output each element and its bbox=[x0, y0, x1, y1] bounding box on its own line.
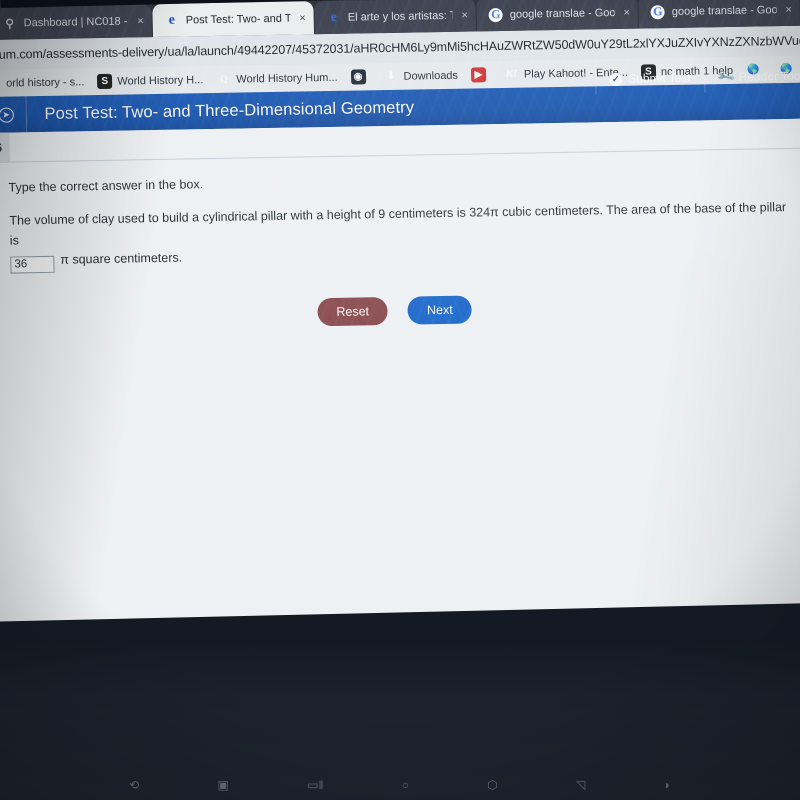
tab-title: google translae - Goog bbox=[671, 3, 777, 18]
browser-tab-google-translate-2[interactable]: G google translae - Goog × bbox=[638, 0, 800, 29]
tab-close-icon[interactable]: × bbox=[785, 3, 792, 15]
bookmark-label: World History Hum... bbox=[236, 71, 338, 86]
browser-tab-dashboard[interactable]: ⚲ Dashboard | NC018 - R × bbox=[0, 4, 153, 40]
bookmark-item[interactable]: ◉ bbox=[350, 69, 370, 85]
tab-close-icon[interactable]: × bbox=[623, 6, 630, 18]
tab-close-icon[interactable]: × bbox=[461, 9, 468, 21]
box-icon: ◉ bbox=[350, 69, 366, 85]
download-icon: ⬇ bbox=[386, 70, 396, 82]
reader-tools-button[interactable]: 🔧 Reader Tools bbox=[703, 60, 800, 93]
question-prompt-before: The volume of clay used to build a cylin… bbox=[9, 200, 787, 248]
question-prompt: The volume of clay used to build a cylin… bbox=[9, 197, 796, 274]
question-instruction: Type the correct answer in the box. bbox=[8, 177, 204, 195]
next-button[interactable]: Next bbox=[407, 295, 473, 325]
youtube-icon: ▶ bbox=[470, 67, 487, 83]
tab-close-icon[interactable]: × bbox=[299, 12, 306, 24]
key-fullscreen-icon: ▣ bbox=[217, 778, 229, 792]
bookmark-item[interactable]: S World History H... bbox=[97, 72, 204, 90]
reset-button[interactable]: Reset bbox=[317, 296, 389, 327]
browser-tab-el-arte[interactable]: e El arte y los artistas: Tu × bbox=[314, 0, 477, 35]
key-mute-icon: ◹ bbox=[576, 778, 586, 792]
submit-test-button[interactable]: ✓ Submit Test bbox=[594, 62, 705, 95]
key-overview-icon: ▭‖ bbox=[307, 778, 324, 792]
header-back-control[interactable]: ext ➤ bbox=[0, 96, 27, 134]
tab-close-icon[interactable]: × bbox=[137, 15, 144, 27]
laptop-photo: ⚲ Dashboard | NC018 - R × e Post Test: T… bbox=[0, 0, 800, 800]
laptop-keyboard: ⟲ ▣ ▭‖ ○ ⬡ ◹ ◗ bbox=[0, 640, 800, 800]
laptop-screen: ⚲ Dashboard | NC018 - R × e Post Test: T… bbox=[0, 0, 800, 634]
edmentum-icon: e bbox=[168, 12, 176, 28]
wrench-icon: 🔧 bbox=[715, 67, 736, 88]
key-reload-icon: ⟲ bbox=[129, 778, 140, 792]
answer-input[interactable]: 36 bbox=[10, 255, 55, 274]
header-actions: ✓ Submit Test 🔧 Reader Tools bbox=[594, 60, 800, 95]
keyboard-function-row: ⟲ ▣ ▭‖ ○ ⬡ ◹ ◗ bbox=[0, 778, 800, 792]
google-icon: G bbox=[488, 7, 503, 22]
question-actions: Reset Next bbox=[11, 290, 798, 332]
s-icon: S bbox=[97, 73, 113, 90]
kahoot-icon: K! bbox=[506, 68, 517, 80]
tab-title: google translae - Googl bbox=[509, 6, 615, 21]
question-body: Type the correct answer in the box. The … bbox=[0, 148, 800, 332]
bookmark-label: World History H... bbox=[117, 73, 204, 88]
check-circle-icon: ✓ bbox=[609, 72, 623, 86]
key-brightness-up-icon: ⬡ bbox=[487, 778, 498, 792]
bookmark-item[interactable]: Q World History Hum... bbox=[216, 70, 338, 87]
generic-icon: ● bbox=[0, 76, 1, 91]
bookmark-item[interactable]: ● orld history - s... bbox=[0, 74, 85, 91]
bookmark-label: Downloads bbox=[403, 69, 459, 83]
tab-title: El arte y los artistas: Tu bbox=[347, 9, 453, 24]
question-prompt-after: π square centimeters. bbox=[60, 250, 183, 267]
bookmark-item[interactable]: ▶ bbox=[470, 67, 491, 83]
circle-arrow-icon[interactable]: ➤ bbox=[0, 107, 14, 123]
question-number: 6 bbox=[0, 132, 10, 162]
q-icon: Q bbox=[219, 73, 228, 85]
pin-icon: ⚲ bbox=[5, 15, 15, 31]
browser-tab-google-translate-1[interactable]: G google translae - Googl × bbox=[476, 0, 639, 32]
question-panel: 6 Type the correct answer in the box. Th… bbox=[0, 118, 800, 634]
bookmark-item-downloads[interactable]: ⬇ Downloads bbox=[383, 68, 458, 84]
key-brightness-down-icon: ○ bbox=[401, 778, 409, 792]
tab-title: Dashboard | NC018 - R bbox=[23, 14, 129, 29]
google-icon: G bbox=[650, 4, 666, 19]
tab-title: Post Test: Two- and Thr bbox=[185, 12, 291, 26]
submit-test-label: Submit Test bbox=[628, 70, 691, 86]
edmentum-icon: e bbox=[330, 9, 338, 25]
page-title: Post Test: Two- and Three-Dimensional Ge… bbox=[44, 98, 415, 123]
key-volume-icon: ◗ bbox=[663, 778, 671, 792]
reader-tools-label: Reader Tools bbox=[738, 68, 800, 84]
bookmark-label: orld history - s... bbox=[5, 75, 85, 90]
browser-tab-post-test[interactable]: e Post Test: Two- and Thr × bbox=[152, 1, 315, 38]
